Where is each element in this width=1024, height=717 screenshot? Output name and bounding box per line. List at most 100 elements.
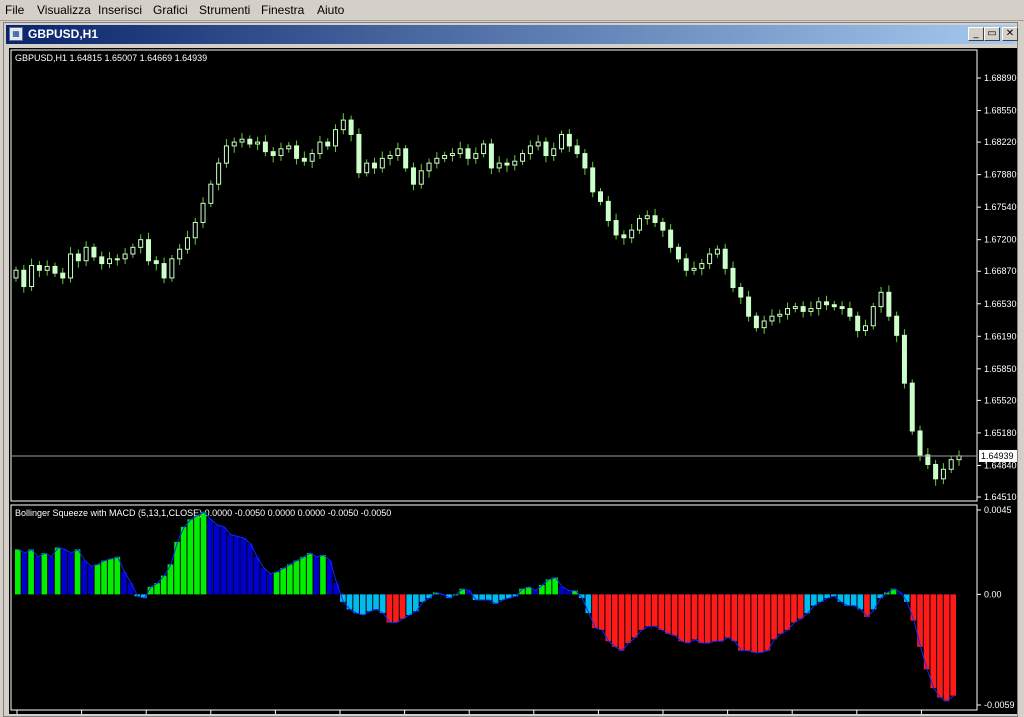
candle-body <box>543 141 549 156</box>
histogram-bar <box>353 594 359 614</box>
histogram-bar <box>247 543 253 595</box>
candle-body <box>200 202 206 223</box>
candle-body <box>21 269 27 288</box>
histogram-bar <box>651 594 658 627</box>
histogram-bar <box>187 519 194 595</box>
candle-body <box>816 301 822 310</box>
candle-body <box>839 306 845 310</box>
menu-file[interactable]: File <box>5 3 24 17</box>
histogram-bar <box>565 590 572 595</box>
candle-body <box>855 315 861 332</box>
chart-canvas[interactable]: GBPUSD,H1 1.64815 1.65007 1.64669 1.6493… <box>9 48 1017 714</box>
histogram-bar <box>631 594 638 638</box>
candle-body <box>933 463 939 480</box>
window-titlebar[interactable]: ▦ GBPUSD,H1 _ ▭ ✕ <box>6 25 1018 44</box>
candle-body <box>387 154 393 159</box>
histogram-bar <box>54 547 61 595</box>
candle-body <box>364 162 370 174</box>
histogram-bar <box>797 594 804 619</box>
candle-body <box>208 183 214 204</box>
candle-body <box>348 119 354 135</box>
histogram-bar <box>950 594 956 696</box>
histogram-bar <box>114 556 121 595</box>
candle-body <box>777 313 783 317</box>
candle-body <box>590 167 596 193</box>
histogram-bar <box>233 536 240 595</box>
histogram-bar <box>910 594 917 621</box>
histogram-bar <box>704 594 711 644</box>
histogram-bar <box>585 594 592 614</box>
candle-body <box>691 267 697 271</box>
candle-body <box>886 291 892 317</box>
histogram-bar <box>101 560 107 595</box>
histogram-bar <box>273 571 280 595</box>
close-button[interactable]: ✕ <box>1002 27 1018 41</box>
price-tick-label: 1.66870 <box>984 266 1017 276</box>
histogram-bar <box>479 594 485 600</box>
price-tick-label: 1.65180 <box>984 428 1017 438</box>
candle-body <box>216 162 222 185</box>
candle-body <box>559 133 565 150</box>
histogram-bar <box>373 594 379 610</box>
price-tick-label: 1.66530 <box>984 299 1017 309</box>
histogram-bar <box>41 553 48 595</box>
histogram-bar <box>267 573 273 595</box>
histogram-bar <box>61 549 68 595</box>
candle-body <box>418 170 424 185</box>
histogram-bar <box>837 594 844 602</box>
histogram-bar <box>286 564 293 595</box>
menu-inserisci[interactable]: Inserisci <box>98 3 142 17</box>
histogram-bar <box>34 556 41 595</box>
candle-body <box>878 291 884 308</box>
histogram-bar <box>850 594 857 606</box>
candle-body <box>901 334 907 384</box>
histogram-bar <box>293 560 300 595</box>
histogram-bar <box>227 534 233 595</box>
histogram-bar <box>777 594 784 634</box>
menu-visualizza[interactable]: Visualizza <box>37 3 91 17</box>
histogram-bar <box>638 594 645 630</box>
candle-body <box>309 153 315 162</box>
candle-body <box>130 246 136 255</box>
candle-body <box>473 153 479 159</box>
candle-body <box>169 258 175 279</box>
candle-body <box>496 162 502 169</box>
menu-grafici[interactable]: Grafici <box>153 3 188 17</box>
chart-svg[interactable]: GBPUSD,H1 1.64815 1.65007 1.64669 1.6493… <box>9 48 1017 714</box>
candle-body <box>278 148 284 156</box>
candle-body <box>83 246 89 262</box>
histogram-bar <box>280 568 286 595</box>
histogram-bar <box>532 590 539 595</box>
menu-aiuto[interactable]: Aiuto <box>317 3 344 17</box>
menu-finestra[interactable]: Finestra <box>261 3 304 17</box>
candle-body <box>613 220 619 236</box>
candle-body <box>286 145 292 150</box>
candle-body <box>192 221 198 239</box>
candle-body <box>621 234 627 239</box>
candle-body <box>177 248 183 260</box>
candle-body <box>488 143 494 169</box>
candles <box>13 113 962 486</box>
candle-body <box>668 229 674 248</box>
candle-body <box>465 148 471 159</box>
histogram-bar <box>81 560 87 595</box>
menu-strumenti[interactable]: Strumenti <box>199 3 250 17</box>
candle-body <box>68 253 74 279</box>
price-tick-label: 1.68890 <box>984 73 1017 83</box>
price-chart-header: GBPUSD,H1 1.64815 1.65007 1.64669 1.6493… <box>15 53 207 63</box>
minimize-button[interactable]: _ <box>968 27 984 41</box>
histogram-bar <box>200 511 207 595</box>
candle-body <box>52 265 58 274</box>
histogram-bar <box>757 594 764 653</box>
restore-button[interactable]: ▭ <box>984 27 1000 41</box>
histogram-bar <box>731 594 738 642</box>
price-tick-label: 1.65850 <box>984 364 1017 374</box>
candle-body <box>114 258 120 261</box>
candle-body <box>707 253 713 265</box>
histogram-bar <box>127 583 134 595</box>
price-tick-label: 1.68220 <box>984 137 1017 147</box>
candle-body <box>629 229 635 239</box>
candle-body <box>894 315 900 336</box>
candle-body <box>122 253 128 260</box>
candle-body <box>940 468 946 480</box>
